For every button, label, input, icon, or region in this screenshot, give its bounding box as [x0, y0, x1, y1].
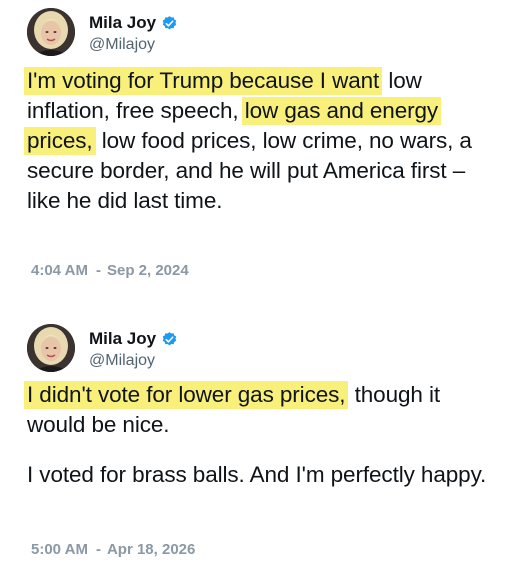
verified-badge-icon: [162, 15, 177, 29]
author-handle[interactable]: @Milajoy: [89, 36, 155, 54]
avatar-photo-icon: [27, 324, 75, 372]
highlighted-text: I didn't vote for lower gas prices,: [24, 381, 349, 409]
tweet-timestamp[interactable]: 4:04 AM - Sep 2, 2024: [31, 262, 189, 279]
highlighted-text: I'm voting for Trump because I want: [24, 67, 383, 95]
author-handle[interactable]: @Milajoy: [89, 352, 155, 370]
tweet-timestamp[interactable]: 5:00 AM - Apr 18, 2026: [31, 541, 195, 558]
tweet-date: Sep 2, 2024: [106, 262, 189, 279]
tweet-author: Mila Joy @Milajoy: [27, 8, 487, 58]
avatar[interactable]: [27, 8, 75, 56]
avatar[interactable]: [27, 324, 75, 372]
tweet-date: Apr 18, 2026: [106, 541, 196, 558]
tweet-text: I didn't vote for lower gas prices, thou…: [24, 380, 503, 440]
tweet-text-paragraph: I voted for brass balls. And I'm perfect…: [27, 462, 487, 487]
timestamp-separator: -: [95, 262, 101, 279]
timestamp-separator: -: [95, 541, 101, 558]
avatar-photo-icon: [27, 8, 75, 56]
tweet-time: 4:04 AM: [31, 262, 88, 279]
tweet-author: Mila Joy @Milajoy: [27, 324, 487, 374]
author-display-name[interactable]: Mila Joy: [89, 13, 156, 33]
tweet-time: 5:00 AM: [31, 541, 88, 558]
author-display-name[interactable]: Mila Joy: [89, 329, 156, 349]
tweet-text: I'm voting for Trump because I want low …: [24, 66, 503, 216]
verified-badge-icon: [162, 331, 177, 345]
